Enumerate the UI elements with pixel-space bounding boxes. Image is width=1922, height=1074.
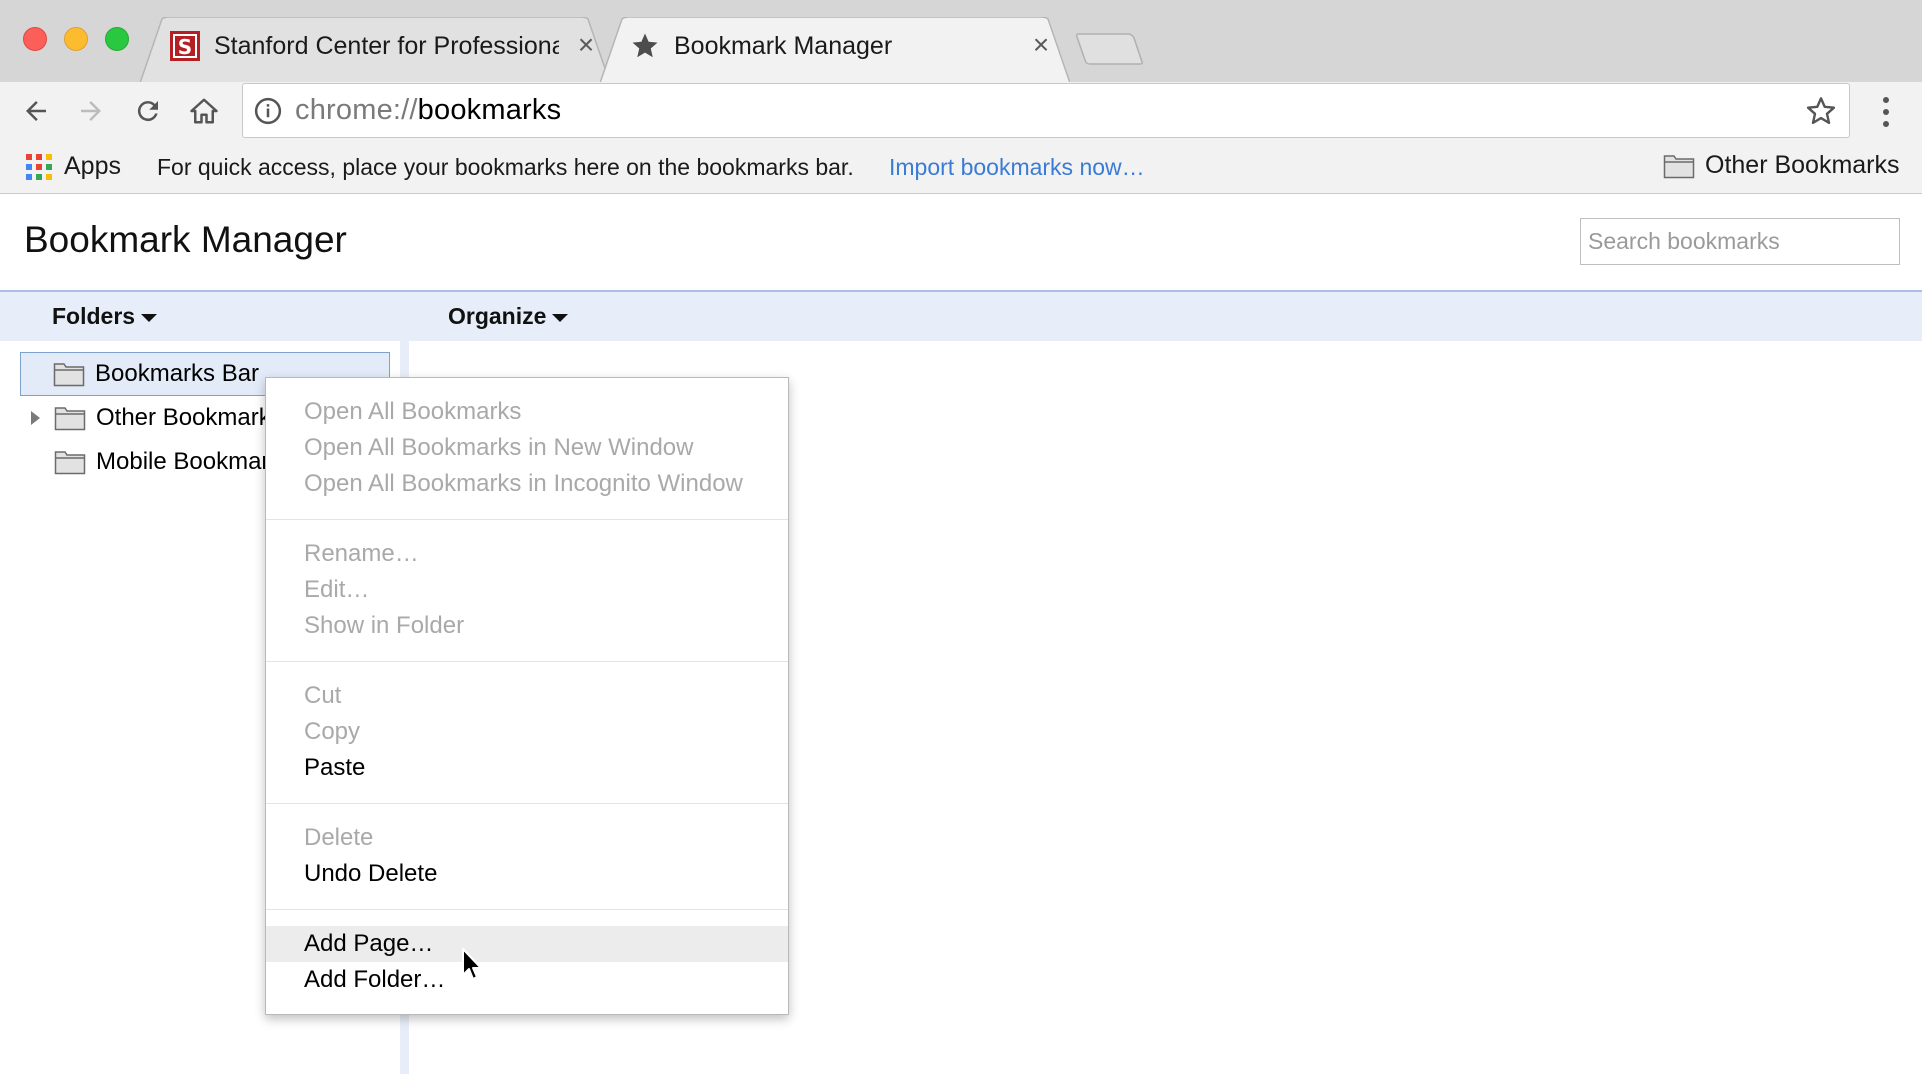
close-icon[interactable]: × (572, 31, 600, 59)
home-button[interactable] (184, 91, 224, 131)
mouse-pointer-icon (461, 947, 485, 988)
folder-icon (53, 363, 85, 387)
url-text: chrome://bookmarks (295, 94, 562, 126)
tab-title: Stanford Center for Professional Develop… (214, 31, 559, 60)
import-bookmarks-link[interactable]: Import bookmarks now… (889, 154, 1145, 181)
tab-bookmark-manager[interactable]: Bookmark Manager × (600, 17, 1070, 83)
folder-icon (54, 451, 86, 475)
close-window-button[interactable] (23, 27, 47, 51)
folders-menu-button[interactable]: Folders (52, 303, 158, 330)
back-arrow-icon (26, 101, 46, 121)
menu-item-rename[interactable]: Rename… (266, 536, 788, 572)
forward-button[interactable] (71, 91, 111, 131)
apps-shortcut[interactable]: Apps (26, 152, 121, 181)
menu-item-delete[interactable]: Delete (266, 820, 788, 856)
menu-item-edit[interactable]: Edit… (266, 572, 788, 608)
organize-menu-button[interactable]: Organize (448, 303, 569, 330)
zoom-window-button[interactable] (105, 27, 129, 51)
tab-strip: S Stanford Center for Professional Devel… (0, 0, 1922, 83)
menu-item-undo-delete[interactable]: Undo Delete (266, 856, 788, 892)
menu-item-show-in-folder[interactable]: Show in Folder (266, 608, 788, 644)
menu-separator (266, 803, 788, 804)
stanford-s-icon: S (170, 31, 200, 61)
tree-item-other-bookmarks[interactable]: Other Bookmarks (31, 396, 283, 440)
organize-menu-label: Organize (448, 303, 547, 329)
reload-button[interactable] (128, 91, 168, 131)
menu-header-bar: Folders Organize (0, 290, 1922, 341)
address-bar[interactable]: chrome://bookmarks (242, 83, 1850, 138)
other-bookmarks-button[interactable]: Other Bookmarks (1663, 151, 1900, 180)
folder-icon (1663, 154, 1695, 178)
menu-item-open-all-incognito[interactable]: Open All Bookmarks in Incognito Window (266, 466, 788, 502)
menu-separator (266, 661, 788, 662)
close-icon[interactable]: × (1027, 31, 1055, 59)
back-button[interactable] (16, 91, 56, 131)
search-input[interactable] (1580, 218, 1900, 265)
vertical-dots-icon (1883, 97, 1889, 127)
context-menu: Open All Bookmarks Open All Bookmarks in… (265, 377, 789, 1015)
tab-stanford[interactable]: S Stanford Center for Professional Devel… (140, 17, 610, 83)
folder-icon (54, 407, 86, 431)
expand-arrow-icon[interactable] (31, 411, 40, 425)
menu-separator (266, 519, 788, 520)
bookmarks-bar-hint: For quick access, place your bookmarks h… (157, 154, 854, 180)
forward-arrow-icon (81, 101, 101, 121)
tree-item-label: Bookmarks Bar (95, 360, 260, 387)
svg-text:S: S (178, 35, 192, 59)
menu-item-paste[interactable]: Paste (266, 750, 788, 786)
apps-grid-icon (26, 153, 52, 180)
menu-separator (266, 909, 788, 910)
toolbar: chrome://bookmarks (0, 82, 1922, 140)
page-title: Bookmark Manager (24, 219, 347, 260)
reload-icon (137, 101, 158, 122)
folders-menu-label: Folders (52, 303, 136, 329)
home-icon (190, 98, 218, 124)
star-icon (630, 31, 660, 61)
minimize-window-button[interactable] (64, 27, 88, 51)
menu-item-add-page[interactable]: Add Page… (266, 926, 788, 962)
menu-item-open-all-new-window[interactable]: Open All Bookmarks in New Window (266, 430, 788, 466)
menu-item-copy[interactable]: Copy (266, 714, 788, 750)
new-tab-button[interactable] (1075, 32, 1144, 71)
menu-item-cut[interactable]: Cut (266, 678, 788, 714)
other-bookmarks-label: Other Bookmarks (1705, 151, 1900, 179)
caret-down-icon (552, 313, 569, 322)
tab-title: Bookmark Manager (674, 31, 893, 60)
tree-item-label: Other Bookmarks (96, 404, 283, 431)
bookmark-star-icon[interactable] (1805, 95, 1837, 132)
tree-item-label: Mobile Bookmarks (96, 448, 294, 475)
bookmarks-bar: Apps For quick access, place your bookma… (0, 140, 1922, 194)
apps-label: Apps (64, 152, 121, 180)
chrome-menu-button[interactable] (1874, 92, 1898, 137)
menu-item-add-folder[interactable]: Add Folder… (266, 962, 788, 998)
tree-item-mobile-bookmarks[interactable]: Mobile Bookmarks (54, 440, 293, 484)
info-icon[interactable] (253, 96, 283, 131)
caret-down-icon (141, 313, 158, 322)
menu-item-open-all[interactable]: Open All Bookmarks (266, 394, 788, 430)
